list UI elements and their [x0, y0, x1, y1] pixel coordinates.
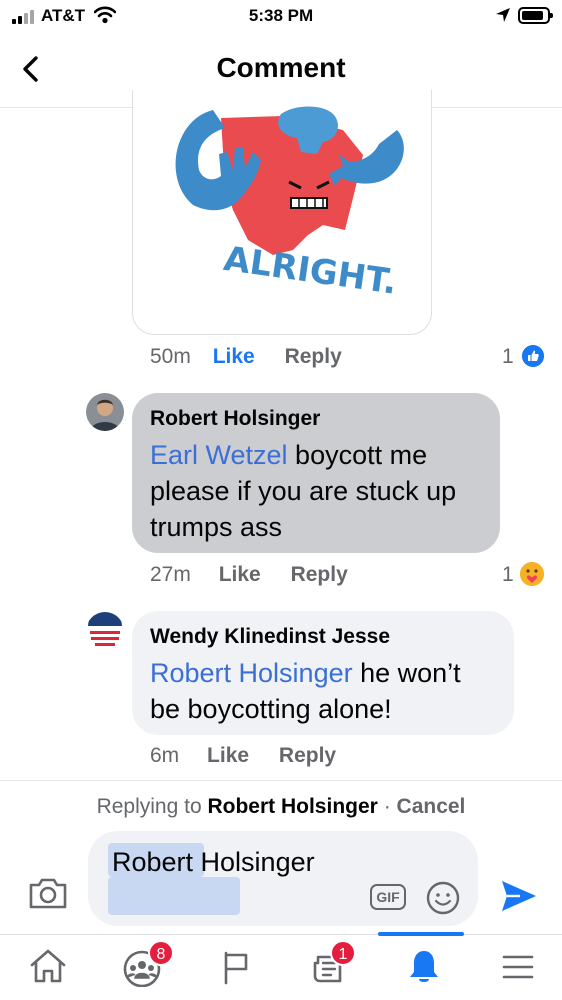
tab-groups[interactable]: 8 — [94, 935, 188, 1000]
avatar[interactable] — [86, 393, 124, 431]
send-icon[interactable] — [500, 878, 538, 914]
page-title: Comment — [216, 52, 346, 83]
comment-time: 50m — [150, 345, 191, 368]
gif-button[interactable]: GIF — [370, 884, 406, 910]
bell-icon — [410, 951, 438, 982]
comment-text: Earl Wetzel boycott me please if you are… — [150, 440, 457, 542]
reply-button[interactable]: Reply — [291, 563, 348, 586]
notification-badge: 8 — [148, 940, 174, 966]
location-arrow-icon — [496, 8, 510, 22]
comment-author[interactable]: Robert Holsinger — [150, 407, 482, 431]
replying-to-label: Replying to Robert Holsinger · Cancel — [96, 795, 466, 818]
tab-menu[interactable] — [470, 935, 562, 1000]
camera-icon[interactable] — [28, 876, 68, 910]
comment-meta: 50m Like Reply — [150, 345, 342, 369]
reply-button[interactable]: Reply — [285, 345, 342, 368]
tab-home[interactable] — [0, 935, 94, 1000]
comment-input-value[interactable]: Robert Holsinger — [112, 847, 315, 878]
reaction-count: 1 — [502, 563, 514, 586]
like-button[interactable]: Like — [213, 345, 255, 368]
comment-time: 27m — [150, 563, 191, 586]
cartoon-illustration: ALRIGHT. — [175, 106, 404, 303]
like-button[interactable]: Like — [219, 563, 261, 586]
mention-highlight — [108, 877, 240, 915]
like-button[interactable]: Like — [207, 744, 249, 767]
comment-text: Robert Holsinger he won’t be boycotting … — [150, 658, 461, 724]
notification-badge: 1 — [330, 940, 356, 966]
cancel-reply-button[interactable]: Cancel — [397, 795, 466, 818]
like-reaction-icon — [522, 345, 544, 367]
home-icon — [30, 949, 66, 983]
tab-news[interactable]: 1 — [282, 935, 376, 1000]
mention-link[interactable]: Earl Wetzel — [150, 440, 288, 470]
menu-icon — [502, 955, 534, 979]
mention-link[interactable]: Robert Holsinger — [150, 658, 353, 688]
comment-input[interactable]: Robert Holsinger GIF — [88, 831, 478, 926]
avatar[interactable] — [86, 612, 124, 650]
battery-icon — [518, 7, 553, 24]
comment-meta: 27m Like Reply — [150, 563, 348, 587]
status-bar: AT&T 5:38 PM — [0, 0, 562, 34]
reply-target-name: Robert Holsinger — [207, 795, 378, 818]
comment-image-card[interactable]: ALRIGHT. — [132, 90, 432, 335]
emoji-icon[interactable] — [426, 881, 460, 915]
tab-bar: 8 1 — [0, 932, 562, 1000]
reaction-count: 1 — [502, 345, 514, 368]
comment-bubble[interactable]: Robert Holsinger Earl Wetzel boycott me … — [132, 393, 500, 553]
comment-bubble[interactable]: Wendy Klinedinst Jesse Robert Holsinger … — [132, 611, 514, 735]
reply-button[interactable]: Reply — [279, 744, 336, 767]
tab-pages[interactable] — [188, 935, 282, 1000]
status-time: 5:38 PM — [248, 6, 314, 25]
flag-icon — [224, 951, 248, 985]
tab-notifications[interactable] — [376, 935, 470, 1000]
reply-composer: Replying to Robert Holsinger · Cancel Ro… — [0, 780, 562, 935]
comment-meta: 6m Like Reply — [150, 744, 336, 768]
cartoon-caption: ALRIGHT. — [221, 239, 399, 303]
comment-author[interactable]: Wendy Klinedinst Jesse — [150, 625, 496, 649]
comment-time: 6m — [150, 744, 180, 767]
care-reaction-icon — [520, 562, 544, 586]
